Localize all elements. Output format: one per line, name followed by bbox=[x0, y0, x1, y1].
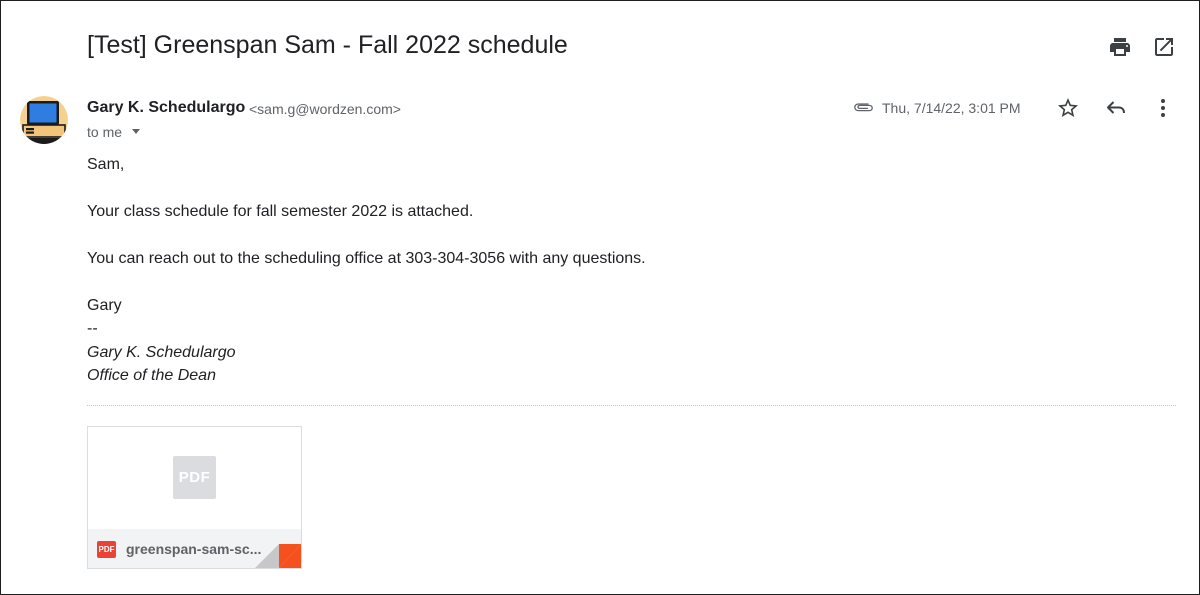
laptop-avatar-icon bbox=[20, 96, 68, 144]
reply-icon bbox=[1107, 101, 1125, 114]
email-subject: [Test] Greenspan Sam - Fall 2022 schedul… bbox=[87, 31, 568, 59]
pdf-type-icon: PDF bbox=[97, 541, 116, 558]
print-icon bbox=[1110, 38, 1130, 56]
attachment-card[interactable]: PDF PDF greenspan-sam-sc... bbox=[87, 426, 302, 569]
email-date: Thu, 7/14/22, 3:01 PM bbox=[882, 100, 1021, 116]
signature-separator: -- bbox=[87, 320, 98, 337]
email-body-line: You can reach out to the scheduling offi… bbox=[87, 250, 646, 267]
chevron-down-icon[interactable] bbox=[132, 129, 140, 134]
email-view-frame: [Test] Greenspan Sam - Fall 2022 schedul… bbox=[0, 0, 1200, 595]
reply-button[interactable] bbox=[1104, 96, 1128, 120]
signature-name: Gary K. Schedulargo bbox=[87, 344, 236, 361]
star-icon bbox=[1058, 98, 1078, 117]
email-body-line: Your class schedule for fall semester 20… bbox=[87, 203, 474, 220]
pdf-file-icon: PDF bbox=[173, 456, 216, 499]
star-button[interactable] bbox=[1056, 96, 1080, 120]
attachments-divider bbox=[87, 405, 1176, 406]
email-closing: Gary bbox=[87, 297, 122, 314]
paperclip-icon bbox=[852, 98, 874, 116]
signature-title: Office of the Dean bbox=[87, 367, 216, 384]
attachment-preview[interactable]: PDF bbox=[88, 427, 301, 529]
more-vert-icon bbox=[1161, 99, 1165, 117]
open-in-new-window-button[interactable] bbox=[1152, 35, 1176, 59]
recipient-details-toggle[interactable]: to me bbox=[87, 123, 122, 141]
attachment-filename: greenspan-sam-sc... bbox=[126, 541, 262, 557]
sender-name[interactable]: Gary K. Schedulargo bbox=[87, 98, 245, 118]
email-greeting: Sam, bbox=[87, 156, 125, 173]
sender-avatar[interactable] bbox=[20, 96, 68, 144]
page-corner-fold-icon bbox=[255, 544, 301, 568]
more-options-button[interactable] bbox=[1151, 96, 1175, 120]
open-in-new-icon bbox=[1155, 38, 1173, 56]
sender-email: <sam.g@wordzen.com> bbox=[249, 101, 401, 117]
print-button[interactable] bbox=[1108, 35, 1132, 59]
